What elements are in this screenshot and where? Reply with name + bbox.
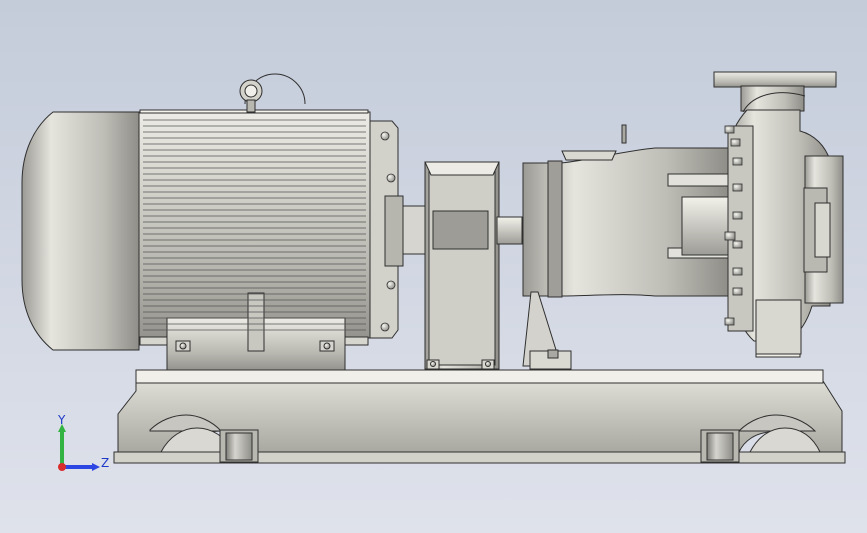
y-axis-label: Y [58,413,66,427]
pump-assembly-scene [0,0,867,533]
z-axis-label: Z [101,456,110,470]
coordinate-triad: Y Z [48,410,118,480]
cad-viewport[interactable]: Y Z [0,0,867,533]
z-axis-arrow-icon [92,463,100,471]
x-axis-origin-icon [58,463,66,471]
